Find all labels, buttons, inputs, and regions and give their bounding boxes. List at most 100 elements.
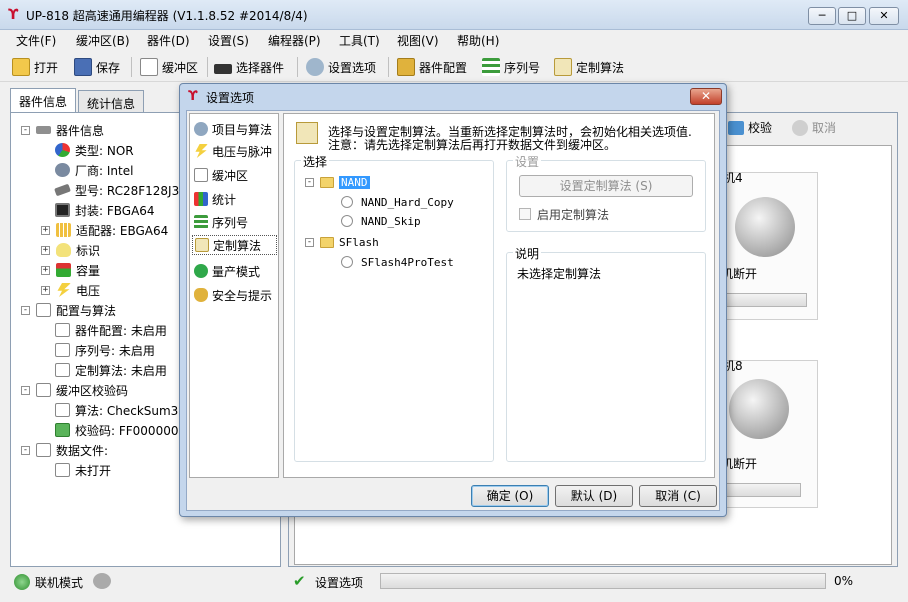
- algo-tree-sflash[interactable]: - SFlash: [305, 233, 379, 251]
- collapse-icon[interactable]: -: [21, 125, 30, 135]
- capacity-icon: [56, 263, 71, 277]
- minimize-button[interactable]: ─: [808, 7, 836, 25]
- radio-button[interactable]: [341, 256, 353, 268]
- custom-algo-button[interactable]: 定制算法: [554, 55, 624, 79]
- menu-file[interactable]: 文件(F): [16, 32, 56, 49]
- tree-model[interactable]: 型号: RC28F128J3A: [54, 181, 187, 199]
- default-button[interactable]: 默认 (D): [555, 485, 633, 507]
- menu-programmer[interactable]: 编程器(P): [268, 32, 321, 49]
- algo-tree-nand[interactable]: - NAND: [305, 173, 370, 191]
- tree-custom-algo[interactable]: 定制算法: 未启用: [55, 361, 167, 379]
- tree-voltage[interactable]: + 电压: [41, 281, 100, 299]
- verify-icon: [728, 120, 744, 135]
- dialog-title: 设置选项: [206, 91, 255, 105]
- verify-button[interactable]: 校验: [728, 119, 772, 136]
- select-group: 选择 - NAND NAND_Hard_Copy NAND_Skip - SFl…: [294, 153, 494, 462]
- tree-type[interactable]: 类型: NOR: [55, 141, 134, 159]
- menu-buffer[interactable]: 缓冲区(B): [76, 32, 130, 49]
- tree-package[interactable]: 封装: FBGA64: [55, 201, 155, 219]
- serial-button[interactable]: 序列号: [482, 55, 540, 79]
- nav-mass-production[interactable]: 量产模式: [192, 261, 277, 281]
- enable-algo-checkbox[interactable]: 启用定制算法: [519, 205, 609, 223]
- settings-button[interactable]: 设置选项: [306, 55, 376, 79]
- radio-button[interactable]: [341, 215, 353, 227]
- stop-icon: [792, 119, 808, 136]
- cancel-dialog-button[interactable]: 取消 (C): [639, 485, 717, 507]
- folder-icon: [320, 236, 334, 248]
- binary-icon: [55, 403, 70, 417]
- programmer-card-8[interactable]: 机8 机断开: [717, 359, 818, 508]
- close-button[interactable]: ✕: [869, 7, 899, 25]
- play-icon: [194, 264, 208, 278]
- nav-voltage-pulse[interactable]: 电压与脉冲: [192, 141, 277, 161]
- maximize-button[interactable]: □: [838, 7, 866, 25]
- tree-config-algo[interactable]: - 配置与算法: [21, 301, 116, 319]
- nav-serial[interactable]: 序列号: [192, 212, 277, 232]
- collapse-icon[interactable]: -: [21, 445, 30, 455]
- dialog-close-button[interactable]: ✕: [690, 88, 722, 105]
- tree-checksum[interactable]: - 缓冲区校验码: [21, 381, 128, 399]
- lightning-icon: [195, 144, 208, 158]
- buffer-button[interactable]: 缓冲区: [140, 55, 198, 79]
- folder-open-icon: [12, 58, 30, 76]
- checkbox[interactable]: [519, 208, 531, 220]
- device-config-button[interactable]: 器件配置: [397, 55, 467, 79]
- tree-check-code[interactable]: 校验码: FF000000: [55, 421, 178, 439]
- document-icon: [55, 343, 70, 357]
- collapse-icon[interactable]: -: [305, 177, 314, 187]
- menu-view[interactable]: 视图(V): [397, 32, 439, 49]
- programmer-card-4[interactable]: 机4 机断开: [717, 171, 818, 320]
- cancel-button[interactable]: 取消: [792, 119, 836, 136]
- expand-icon[interactable]: +: [41, 245, 50, 255]
- radio-button[interactable]: [341, 196, 353, 208]
- select-device-button[interactable]: 选择器件: [214, 55, 284, 79]
- tree-device-info[interactable]: - 器件信息: [21, 121, 104, 139]
- menu-settings[interactable]: 设置(S): [208, 32, 249, 49]
- save-button[interactable]: 保存: [74, 55, 120, 79]
- nav-buffer[interactable]: 缓冲区: [192, 165, 277, 185]
- user-icon: [55, 163, 70, 177]
- nav-statistics[interactable]: 统计: [192, 189, 277, 209]
- open-button[interactable]: 打开: [12, 55, 58, 79]
- tree-dev-config[interactable]: 器件配置: 未启用: [55, 321, 167, 339]
- menu-device[interactable]: 器件(D): [147, 32, 190, 49]
- nav-custom-algo[interactable]: 定制算法: [192, 235, 277, 255]
- lightning-icon: [57, 283, 71, 297]
- refresh-icon: [735, 197, 795, 257]
- tree-data-file[interactable]: - 数据文件:: [21, 441, 108, 459]
- edit-icon: [194, 168, 208, 182]
- settings-dialog: ϒ 设置选项 ✕ 项目与算法 电压与脉冲 缓冲区 统计 序列号 定制算法 量产模…: [179, 83, 727, 517]
- menu-help[interactable]: 帮助(H): [457, 32, 499, 49]
- collapse-icon[interactable]: -: [305, 237, 314, 247]
- tree-mark[interactable]: + 标识: [41, 241, 100, 259]
- collapse-icon[interactable]: -: [21, 385, 30, 395]
- expand-icon[interactable]: +: [41, 265, 50, 275]
- algorithm-icon: [296, 122, 318, 144]
- data-file-icon: [36, 443, 51, 457]
- tree-not-open[interactable]: 未打开: [55, 461, 111, 479]
- tree-serial[interactable]: 序列号: 未启用: [55, 341, 155, 359]
- expand-icon[interactable]: +: [41, 225, 50, 235]
- nav-project-algo[interactable]: 项目与算法: [192, 119, 277, 139]
- collapse-icon[interactable]: -: [21, 305, 30, 315]
- list-icon: [482, 58, 500, 76]
- expand-icon[interactable]: +: [41, 285, 50, 295]
- tree-adapter[interactable]: + 适配器: EBGA64: [41, 221, 168, 239]
- set-algo-button[interactable]: 设置定制算法 (S): [519, 175, 693, 197]
- algo-nand-hard-copy[interactable]: NAND_Hard_Copy: [341, 193, 454, 211]
- serial-label: 序列号: [504, 60, 541, 75]
- tab-statistics[interactable]: 统计信息: [78, 90, 144, 112]
- edit-icon: [140, 58, 158, 76]
- nav-security[interactable]: 安全与提示: [192, 285, 277, 305]
- connection-icon: [93, 573, 111, 589]
- tab-device-info[interactable]: 器件信息: [10, 88, 76, 113]
- tree-capacity[interactable]: + 容量: [41, 261, 100, 279]
- algo-sflash4protest[interactable]: SFlash4ProTest: [341, 253, 454, 271]
- tree-algo[interactable]: 算法: CheckSum32: [55, 401, 186, 419]
- menu-bar: 文件(F) 缓冲区(B) 器件(D) 设置(S) 编程器(P) 工具(T) 视图…: [0, 30, 908, 50]
- algo-nand-skip[interactable]: NAND_Skip: [341, 212, 421, 230]
- menu-tools[interactable]: 工具(T): [339, 32, 380, 49]
- shield-icon: [194, 288, 208, 302]
- tree-vendor[interactable]: 厂商: Intel: [55, 161, 133, 179]
- ok-button[interactable]: 确定 (O): [471, 485, 549, 507]
